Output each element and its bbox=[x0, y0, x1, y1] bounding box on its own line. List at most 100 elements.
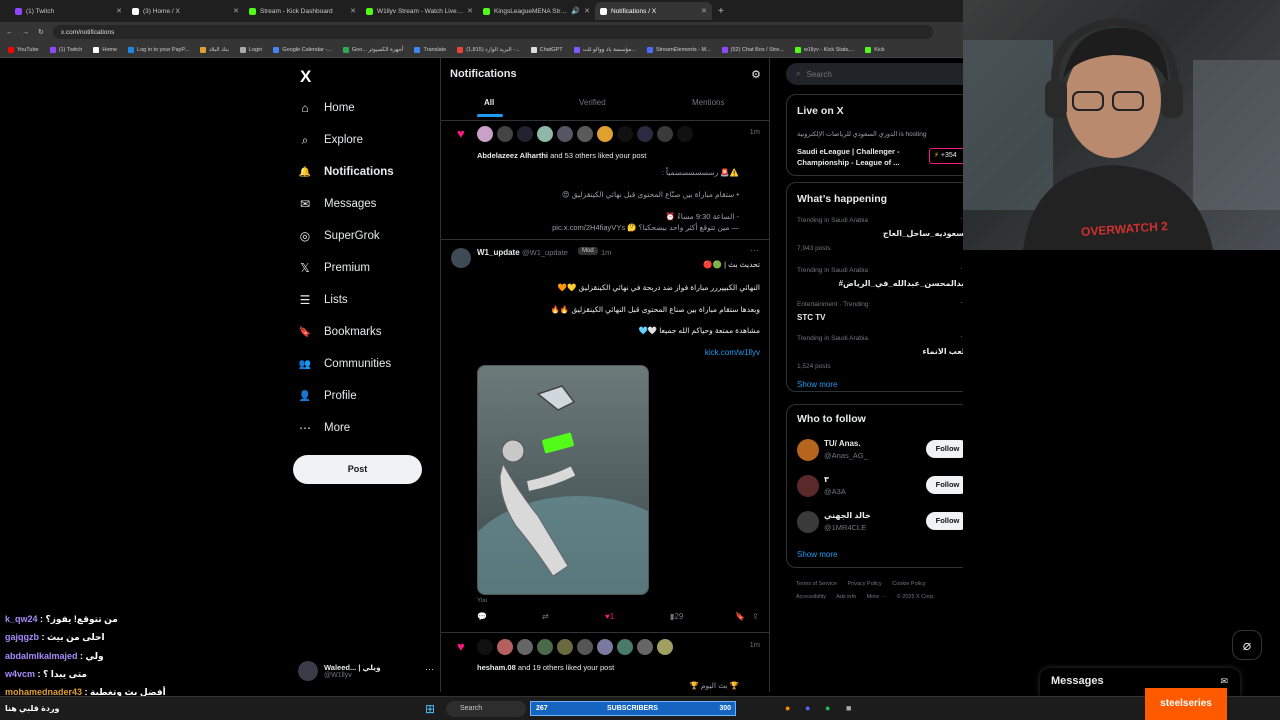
avatar[interactable] bbox=[597, 639, 613, 655]
nav-item-supergrok[interactable]: ◎ SuperGrok bbox=[298, 226, 380, 246]
post-button[interactable]: Post bbox=[293, 455, 422, 484]
nav-item-profile[interactable]: 👤 Profile bbox=[298, 386, 357, 406]
suggested-user-name[interactable]: TU/ Anas. bbox=[824, 439, 861, 448]
close-tab-icon[interactable]: ✕ bbox=[350, 7, 356, 15]
avatar[interactable] bbox=[797, 439, 819, 461]
x-logo-icon[interactable]: X bbox=[300, 67, 311, 87]
back-icon[interactable]: ← bbox=[6, 29, 13, 36]
bookmark-item[interactable]: w1llyv - Kick Stats,... bbox=[794, 46, 854, 53]
bookmark-item[interactable]: StreamElements - M... bbox=[646, 46, 711, 53]
avatar[interactable] bbox=[497, 126, 513, 142]
footer-link[interactable]: Privacy Policy bbox=[848, 581, 882, 587]
nav-item-communities[interactable]: 👥 Communities bbox=[298, 354, 391, 374]
trend-name[interactable]: ملعب الانماء bbox=[922, 347, 963, 356]
url-input[interactable]: x.com/notifications bbox=[52, 25, 933, 39]
liker-name[interactable]: Abdelazeez Alharthi bbox=[477, 151, 548, 160]
bookmark-item[interactable]: (52) Chat Box / Stre... bbox=[721, 46, 784, 53]
tab-mentions[interactable]: Mentions bbox=[692, 98, 724, 107]
nav-item-lists[interactable]: ☰ Lists bbox=[298, 290, 348, 310]
like-summary[interactable]: Abdelazeez Alharthi and 53 others liked … bbox=[477, 151, 646, 160]
close-tab-icon[interactable]: ✕ bbox=[467, 7, 473, 15]
bookmark-item[interactable]: Google Calendar -... bbox=[273, 46, 332, 53]
avatar[interactable] bbox=[617, 639, 633, 655]
footer-link[interactable]: Terms of Service bbox=[796, 581, 837, 587]
avatar[interactable] bbox=[637, 639, 653, 655]
discord-icon[interactable]: ● bbox=[805, 703, 810, 713]
close-tab-icon[interactable]: ✕ bbox=[584, 7, 590, 15]
close-tab-icon[interactable]: ✕ bbox=[116, 7, 122, 15]
avatar[interactable] bbox=[577, 126, 593, 142]
app-icon[interactable]: ■ bbox=[846, 703, 851, 713]
avatar[interactable] bbox=[657, 126, 673, 142]
gear-icon[interactable]: ⚙ bbox=[751, 68, 761, 81]
reply-icon[interactable]: 💬 bbox=[477, 612, 487, 621]
nav-item-messages[interactable]: ✉ Messages bbox=[298, 194, 376, 214]
app-icon[interactable]: ● bbox=[785, 703, 790, 713]
liker-name[interactable]: hesham.08 bbox=[477, 663, 516, 672]
browser-tab[interactable]: (3) Home / X ✕ bbox=[127, 2, 244, 20]
browser-tab[interactable]: (1) Twitch ✕ bbox=[10, 2, 127, 20]
avatar[interactable] bbox=[497, 639, 513, 655]
follow-button[interactable]: Follow bbox=[926, 512, 963, 530]
post-author[interactable]: W1_update bbox=[477, 248, 520, 257]
live-event-title[interactable]: Saudi eLeague | Challenger - Championshi… bbox=[797, 146, 917, 168]
timestamp[interactable]: 1m bbox=[601, 248, 611, 257]
avatar[interactable] bbox=[517, 126, 533, 142]
compose-icon[interactable]: ✉ bbox=[1220, 676, 1228, 687]
repost-icon[interactable]: ⇄ bbox=[542, 612, 549, 621]
bookmark-item[interactable]: البريد الوارد (1,815) -... bbox=[457, 46, 520, 53]
bookmark-item[interactable]: YouTube bbox=[8, 46, 39, 53]
more-icon[interactable]: ··· bbox=[750, 245, 759, 255]
trend-name[interactable]: السعوديه_ساحل_العاج bbox=[883, 229, 963, 238]
live-card[interactable]: Live on X الدوري السعودي للرياضات الإلكت… bbox=[786, 94, 963, 176]
browser-tab[interactable]: KingsLeagueMENA Stream 🔊 ✕ bbox=[478, 2, 595, 20]
avatar[interactable] bbox=[477, 126, 493, 142]
like-button[interactable]: ♥ 1 bbox=[605, 612, 614, 621]
avatar[interactable] bbox=[637, 126, 653, 142]
share-icon[interactable]: ⇪ bbox=[752, 612, 759, 621]
live-listener-count[interactable]: ⚡ +354 bbox=[929, 148, 963, 164]
avatar[interactable] bbox=[677, 126, 693, 142]
more-icon[interactable]: ··· bbox=[425, 664, 434, 674]
post-handle[interactable]: @W1_update bbox=[522, 248, 568, 257]
bookmark-item[interactable]: ChatGPT bbox=[530, 46, 563, 53]
bookmark-item[interactable]: Goo... أجهزة الكمبيوتر bbox=[342, 46, 403, 53]
footer-link[interactable]: More ··· bbox=[867, 594, 887, 600]
footer-link[interactable]: Cookie Policy bbox=[892, 581, 925, 587]
avatar[interactable] bbox=[517, 639, 533, 655]
nav-item-notifications[interactable]: 🔔 Notifications bbox=[298, 162, 394, 182]
spotify-icon[interactable]: ● bbox=[825, 703, 830, 713]
post-image[interactable] bbox=[477, 365, 649, 595]
nav-item-more[interactable]: ⋯ More bbox=[298, 418, 350, 438]
bookmark-item[interactable]: مؤسسة باد ووالو للت... bbox=[573, 46, 636, 53]
browser-tab[interactable]: Stream - Kick Dashboard ✕ bbox=[244, 2, 361, 20]
tab-all[interactable]: All bbox=[484, 98, 494, 107]
nav-item-home[interactable]: ⌂ Home bbox=[298, 98, 354, 118]
taskbar-search[interactable]: Search bbox=[446, 701, 526, 717]
views-button[interactable]: ▮ 29 bbox=[670, 612, 683, 621]
bookmark-item[interactable]: Home bbox=[93, 46, 117, 53]
speaker-icon[interactable]: 🔊 bbox=[571, 7, 580, 15]
avatar[interactable] bbox=[617, 126, 633, 142]
nav-item-premium[interactable]: 𝕏 Premium bbox=[298, 258, 370, 278]
bookmark-item[interactable]: Log in to your PayP... bbox=[128, 46, 189, 53]
forward-icon[interactable]: → bbox=[22, 29, 29, 36]
nav-item-explore[interactable]: ⌕ Explore bbox=[298, 130, 363, 150]
avatar[interactable] bbox=[537, 126, 553, 142]
close-tab-icon[interactable]: ✕ bbox=[233, 7, 239, 15]
bookmark-icon[interactable]: 🔖 bbox=[735, 612, 745, 621]
bookmark-item[interactable]: Login bbox=[239, 46, 262, 53]
suggested-user-name[interactable]: ٣ bbox=[824, 475, 829, 484]
avatar[interactable] bbox=[577, 639, 593, 655]
bookmark-item[interactable]: Translate bbox=[414, 46, 446, 53]
windows-start-icon[interactable]: ⊞ bbox=[425, 702, 435, 716]
avatar[interactable] bbox=[797, 511, 819, 533]
footer-link[interactable]: Accessibility bbox=[796, 594, 826, 600]
avatar[interactable] bbox=[557, 639, 573, 655]
avatar[interactable] bbox=[477, 639, 493, 655]
browser-tab[interactable]: W1llyv Stream - Watch Live on ✕ bbox=[361, 2, 478, 20]
bookmark-item[interactable]: (1) Twitch bbox=[49, 46, 82, 53]
new-tab-icon[interactable]: + bbox=[718, 6, 724, 17]
tab-verified[interactable]: Verified bbox=[579, 98, 606, 107]
follow-button[interactable]: Follow bbox=[926, 440, 963, 458]
